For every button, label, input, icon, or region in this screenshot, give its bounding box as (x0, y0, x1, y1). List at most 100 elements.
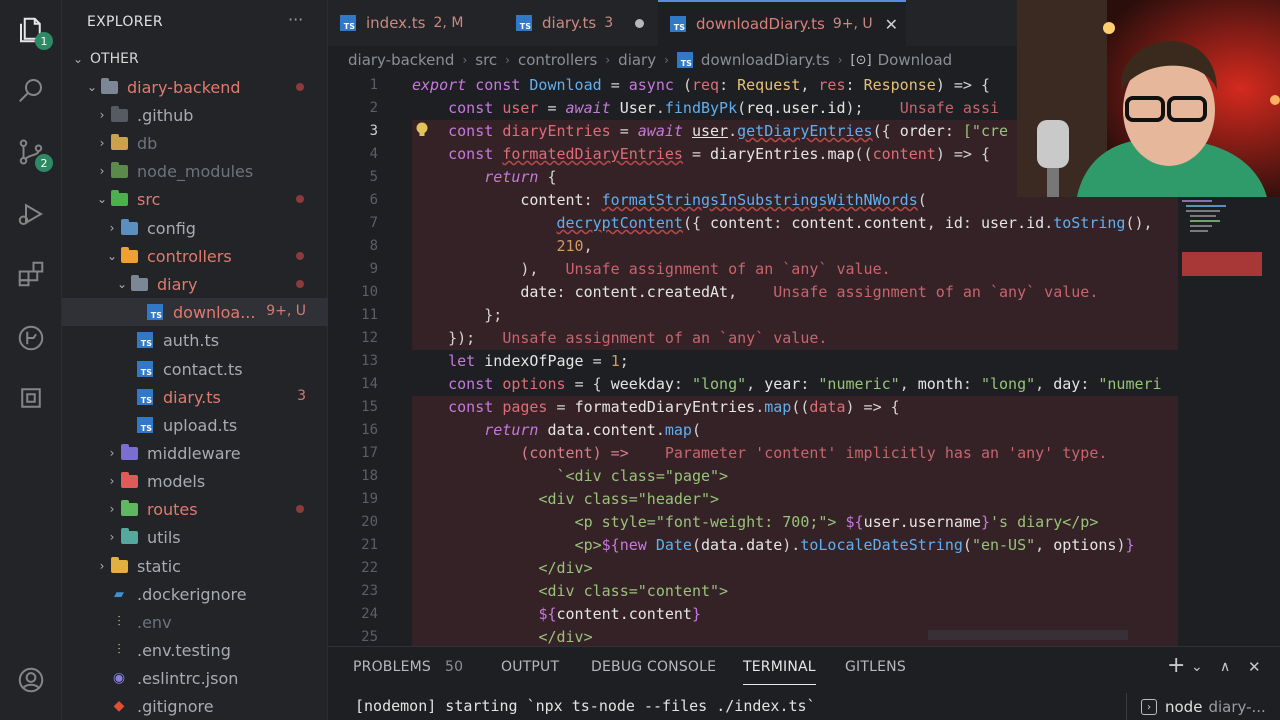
tab-output[interactable]: OUTPUT (501, 659, 559, 675)
tree-folder-node-modules[interactable]: › node_modules (62, 157, 328, 185)
tree-folder-diary-backend[interactable]: ⌄ diary-backend (62, 73, 328, 101)
line-number: 7 (369, 215, 378, 231)
chevron-right-icon: › (109, 530, 115, 544)
tree-file-contact[interactable]: TS contact.ts (62, 355, 328, 383)
tree-folder-utils[interactable]: › utils (62, 523, 328, 551)
tree-file-env-testing[interactable]: ⫶ .env.testing (62, 636, 328, 664)
tree-file-auth[interactable]: TS auth.ts (62, 326, 328, 354)
code-line: <div class="content"> (538, 582, 729, 600)
code-line: `<div class="page"> (556, 467, 729, 485)
tree-section-other[interactable]: ⌄ OTHER (62, 45, 328, 73)
chevron-down-icon: ⌄ (96, 192, 108, 206)
tree-folder-src[interactable]: ⌄ src (62, 185, 328, 213)
line-number: 2 (369, 100, 378, 116)
chevron-right-icon: › (99, 108, 105, 122)
tree-file-diary[interactable]: TS diary.ts 3 (62, 383, 328, 411)
github-folder-icon (110, 105, 128, 123)
tree-folder-db[interactable]: › db (62, 129, 328, 157)
gitlens-icon[interactable] (13, 320, 49, 356)
breadcrumb-item[interactable]: controllers (518, 51, 597, 69)
tree-folder-middleware[interactable]: › middleware (62, 439, 328, 467)
controllers-folder-icon (120, 246, 138, 264)
maximize-panel-icon[interactable]: ∧ (1220, 659, 1230, 675)
tree-file-env[interactable]: ⫶ .env (62, 608, 328, 636)
tree-folder-static[interactable]: › static (62, 552, 328, 580)
close-tab-icon[interactable]: ✕ (885, 15, 898, 34)
line-number: 12 (361, 330, 378, 346)
src-folder-icon (110, 189, 128, 207)
more-actions-icon[interactable]: ··· (288, 10, 303, 29)
line-number: 18 (361, 468, 378, 484)
tab-problems[interactable]: PROBLEMS 50 (353, 659, 463, 675)
diagnostic-message: Parameter 'content' implicitly has an 'a… (664, 444, 1108, 462)
tree-folder-diary[interactable]: ⌄ diary (62, 270, 328, 298)
line-number: 9 (369, 261, 378, 277)
horizontal-scrollbar[interactable] (928, 630, 1128, 640)
breadcrumb-item[interactable]: src (475, 51, 497, 69)
tree-file-gitignore[interactable]: ◆ .gitignore (62, 692, 328, 720)
typescript-file-icon: TS (516, 15, 532, 31)
run-debug-icon[interactable] (13, 196, 49, 232)
tree-folder-routes[interactable]: › routes (62, 495, 328, 523)
chevron-down-icon: ⌄ (86, 80, 98, 94)
line-number: 11 (361, 307, 378, 323)
file-problem-badge: 3 (297, 388, 306, 404)
tree-folder-controllers[interactable]: ⌄ controllers (62, 242, 328, 270)
source-control-icon[interactable]: 2 (13, 134, 53, 172)
chevron-down-icon[interactable]: ⌄ (1191, 659, 1203, 675)
typescript-file-icon: TS (676, 52, 693, 68)
tab-gitlens[interactable]: GITLENS (845, 659, 906, 675)
node-folder-icon (110, 161, 128, 179)
tree-file-upload[interactable]: TS upload.ts (62, 411, 328, 439)
tree-file-downloaddiary[interactable]: TS downloa... 9+, U (62, 298, 328, 326)
code-line: date: content.createdAt, Unsafe assignme… (520, 283, 1099, 301)
code-line: 210, (556, 237, 593, 255)
terminal-list-item[interactable]: › node diary-... (1126, 693, 1280, 720)
breadcrumb-item[interactable]: diary-backend (348, 51, 454, 69)
code-line: }); Unsafe assignment of an `any` value. (448, 329, 828, 347)
tree-folder-config[interactable]: › config (62, 214, 328, 242)
line-number: 21 (361, 537, 378, 553)
close-panel-icon[interactable]: ✕ (1248, 658, 1261, 676)
git-icon: ◆ (113, 698, 125, 714)
tab-downloaddiary-ts[interactable]: TS downloadDiary.ts 9+, U ✕ (658, 0, 906, 46)
code-line: <p style="font-weight: 700;"> ${user.use… (574, 513, 1099, 531)
breadcrumb-item[interactable]: downloadDiary.ts (701, 51, 830, 69)
tree-file-dockerignore[interactable]: ▰ .dockerignore (62, 580, 328, 608)
database-icon[interactable] (13, 380, 49, 416)
tab-debug-console[interactable]: DEBUG CONSOLE (591, 659, 716, 675)
code-line: }; (484, 306, 503, 324)
search-icon[interactable] (13, 72, 49, 108)
code-line: </div> (538, 628, 593, 646)
breadcrumb-item[interactable]: diary (618, 51, 656, 69)
breadcrumb-item[interactable]: Download (878, 51, 953, 69)
code-line: const options = { weekday: "long", year:… (448, 375, 1162, 393)
tab-terminal[interactable]: TERMINAL (743, 659, 816, 685)
line-number: 17 (361, 445, 378, 461)
unsaved-dot[interactable] (635, 18, 645, 28)
tree-file-eslintrc[interactable]: ◉ .eslintrc.json (62, 664, 328, 692)
tab-index-ts[interactable]: TS index.ts 2, M (328, 0, 504, 46)
line-number: 10 (361, 284, 378, 300)
tab-problem-count: 3 (604, 15, 614, 31)
line-number: 13 (361, 353, 378, 369)
chevron-right-icon: › (109, 221, 115, 235)
tree-folder-github[interactable]: › .github (62, 101, 328, 129)
extensions-icon[interactable] (13, 256, 49, 292)
code-line: return data.content.map( (484, 421, 701, 439)
line-number: 5 (369, 169, 378, 185)
account-icon[interactable] (13, 662, 49, 698)
line-number: 25 (361, 629, 378, 645)
chevron-down-icon: ⌄ (116, 277, 128, 291)
tree-folder-models[interactable]: › models (62, 467, 328, 495)
explorer-icon[interactable]: 1 (13, 12, 53, 50)
add-terminal-icon[interactable]: + (1167, 653, 1185, 678)
file-problem-badge: 9+, U (266, 303, 306, 319)
modified-dot (296, 195, 304, 203)
diagnostic-message: Unsafe assignment of an `any` value. (773, 283, 1099, 301)
terminal-output[interactable]: [nodemon] starting `npx ts-node --files … (355, 697, 816, 715)
minimap[interactable] (1178, 196, 1270, 286)
line-number: 20 (361, 514, 378, 530)
tab-diary-ts[interactable]: TS diary.ts 3 (504, 0, 658, 46)
chevron-right-icon: › (109, 474, 115, 488)
